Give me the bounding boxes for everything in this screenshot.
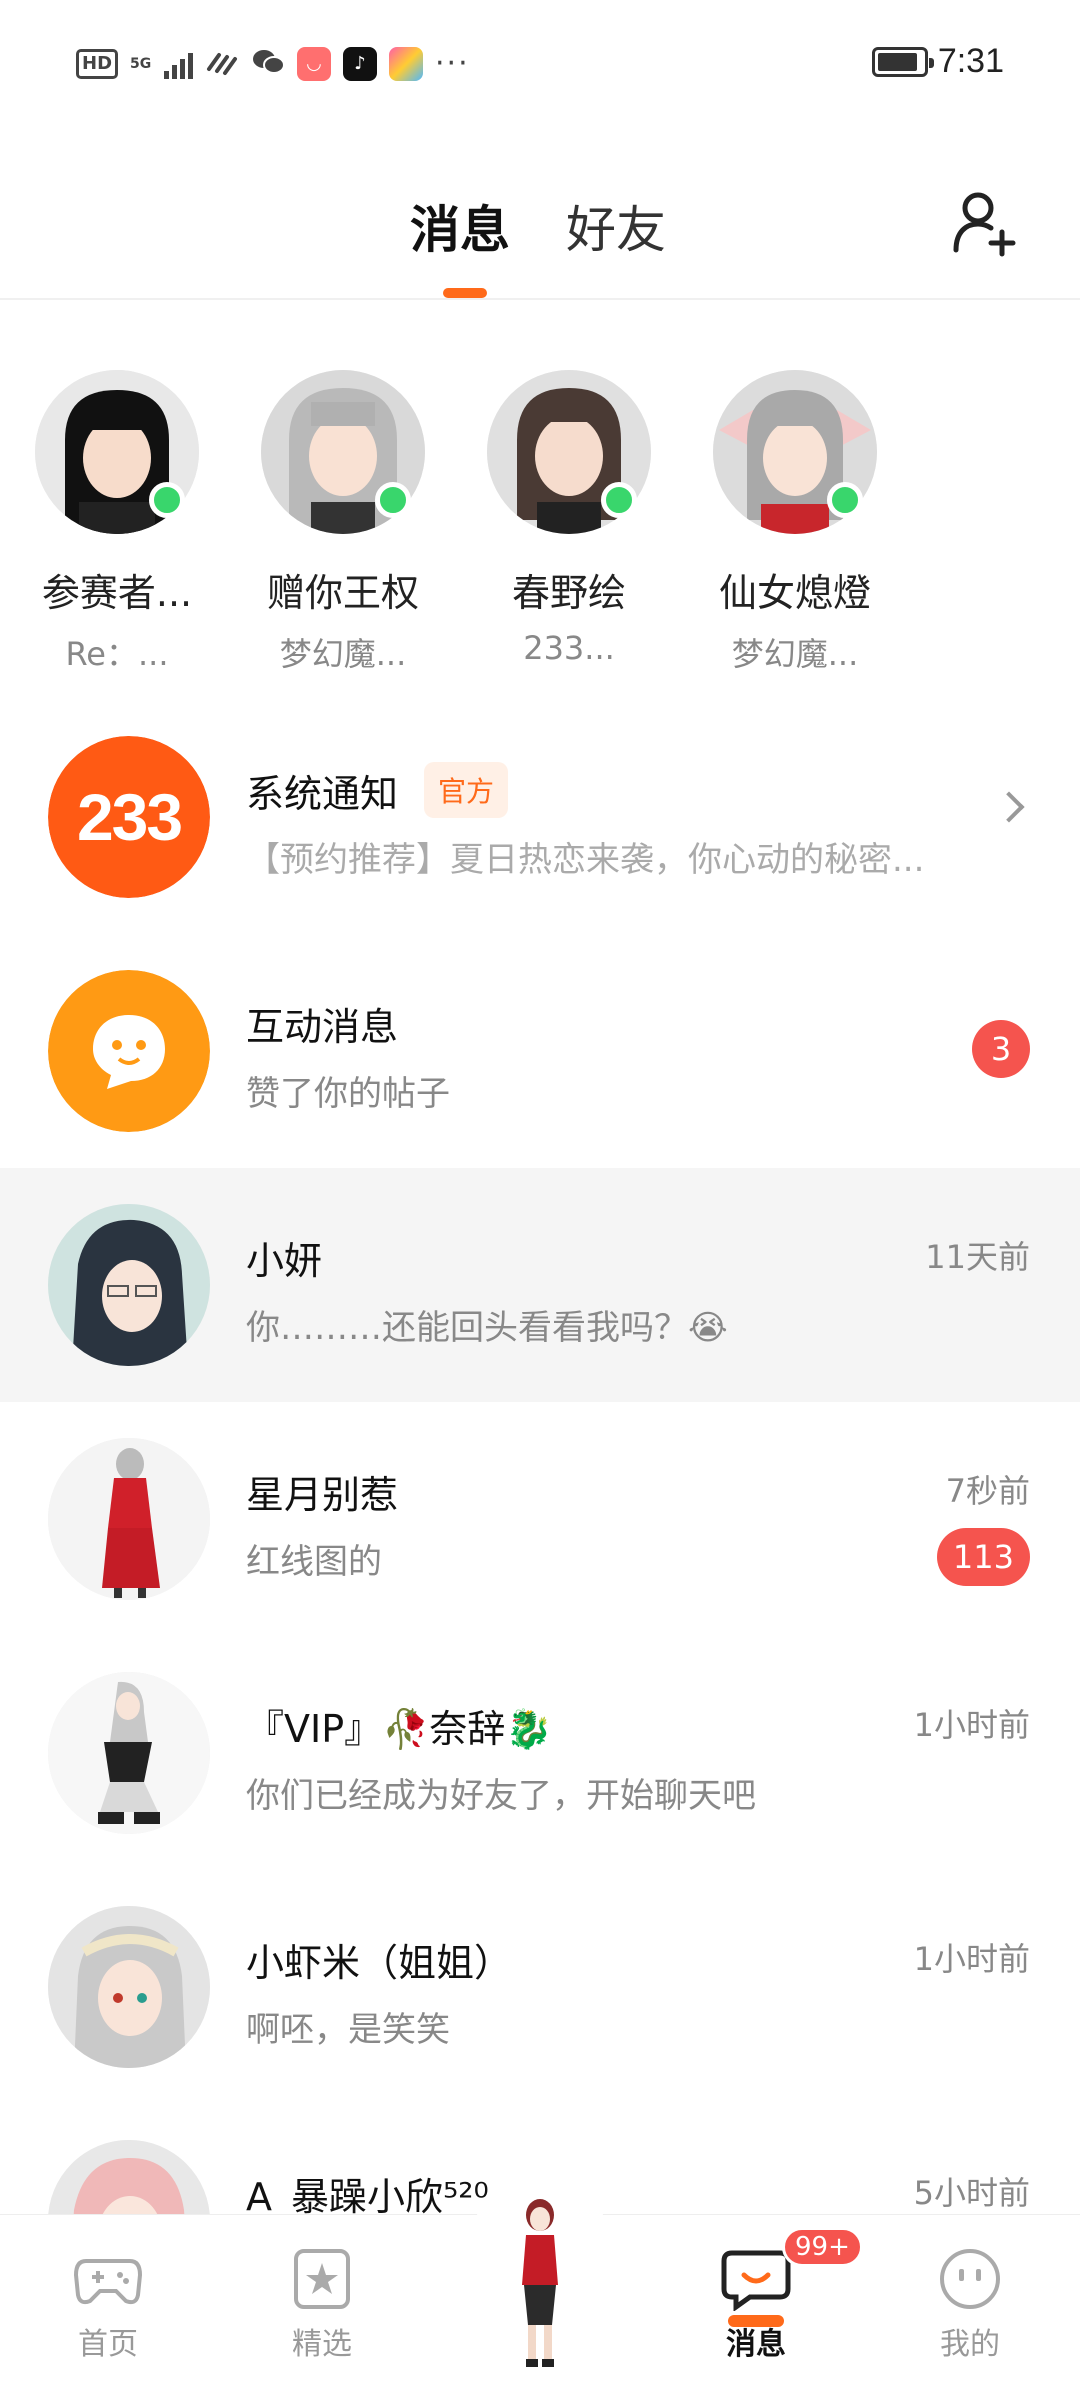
battery-level [877,52,918,71]
active-tab-indicator [443,288,487,298]
official-badge: 官方 [424,762,509,818]
conversation-title: 小虾米（姐姐） [246,1941,513,1985]
conversation-preview: 你………还能回头看看我吗？😭 [246,1308,728,1348]
clock: 7:31 [937,42,1004,80]
header: 消息 好友 [0,150,1080,300]
conversation-item[interactable]: 小虾米（姐姐） 啊呸，是笑笑 1小时前 [0,1870,1080,2104]
online-indicator [375,482,411,518]
friend-status: 梦幻魔... [731,635,859,673]
conversation-interactions[interactable]: 互动消息 赞了你的帖子 3 [0,934,1080,1168]
conversation-title: 互动消息 [246,1005,399,1049]
center-character-button[interactable] [470,2175,610,2385]
avatar [48,1672,210,1834]
nav-featured[interactable]: 精选 [252,2247,392,2363]
face-icon [934,2247,1006,2311]
friend-name: 参赛者... [41,571,193,615]
conversation-preview: 【预约推荐】夏日热恋来袭，你心动的秘密... [246,840,925,880]
shopping-app-icon: ◡ [297,46,332,81]
online-friend[interactable]: 春野绘 233... [469,370,669,667]
avatar [48,1438,210,1600]
logo-233: 233 [48,736,210,898]
tab-friends[interactable]: 好友 [566,190,666,262]
friend-name: 仙女熄燈 [718,571,871,615]
gamepad-icon [72,2247,144,2311]
wifi-calling-icon [205,47,239,81]
conversation-item[interactable]: 『VIP』🥀奈辞🐉 你们已经成为好友了，开始聊天吧 1小时前 [0,1636,1080,1870]
avatar [48,1204,210,1366]
system-notice-avatar: 233 [48,736,210,898]
photo-app-icon [389,46,424,81]
conversation-list: 233 系统通知 官方 【预约推荐】夏日热恋来袭，你心动的秘密... 互动消息 … [0,700,1080,2338]
friend-status: 梦幻魔... [279,635,407,673]
conversation-title: 小妍 [246,1239,323,1283]
network-type: 5G [130,55,152,72]
more-notifications-icon: ··· [435,46,470,81]
conversation-preview: 赞了你的帖子 [246,1074,450,1114]
online-indicator [149,482,185,518]
unread-badge: 3 [972,1020,1030,1078]
bottom-nav: 首页 精选 99+ 消息 我的 [0,2175,1080,2388]
nav-messages[interactable]: 99+ 消息 [686,2227,863,2363]
add-user-icon[interactable] [950,188,1020,258]
friend-name: 春野绘 [511,571,626,615]
chat-icon: 99+ [720,2227,863,2312]
interaction-avatar [48,970,210,1132]
conversation-preview: 红线图的 [246,1542,382,1582]
battery-icon [871,46,934,77]
online-indicator [827,482,863,518]
conversation-preview: 你们已经成为好友了，开始聊天吧 [246,1776,756,1816]
conversation-preview: 啊呸，是笑笑 [246,2010,450,2050]
conversation-time: 7秒前 [945,1472,1030,1510]
conversation-time: 5小时前 [913,2174,1030,2212]
conversation-title: 『VIP』🥀奈辞🐉 [246,1707,553,1751]
tab-messages[interactable]: 消息 [410,190,510,262]
conversation-system-notice[interactable]: 233 系统通知 官方 【预约推荐】夏日热恋来袭，你心动的秘密... [0,700,1080,934]
wechat-icon [251,47,286,81]
nav-label: 精选 [292,2327,352,2362]
avatar [48,1906,210,2068]
chevron-right-icon [993,791,1025,823]
conversation-item[interactable]: 星月别惹 红线图的 7秒前 113 [0,1402,1080,1636]
nav-home[interactable]: 首页 [38,2247,178,2363]
conversation-time: 1小时前 [913,1706,1030,1744]
online-friend[interactable]: 赠你王权 梦幻魔... [243,370,443,675]
nav-label: 首页 [78,2327,138,2362]
nav-profile[interactable]: 我的 [900,2247,1040,2363]
conversation-title: A_暴躁小欣⁵²⁰ [246,2175,489,2219]
friend-status: 233... [523,629,615,667]
status-bar: HD 5G ◡ ♪ ··· 7:31 [0,0,1080,130]
active-nav-indicator [728,2315,784,2327]
online-friend[interactable]: 仙女熄燈 梦幻魔... [695,370,895,675]
friend-name: 赠你王权 [266,571,419,615]
signal-icon [164,49,194,79]
nav-label: 我的 [940,2327,1000,2362]
conversation-title: 系统通知 [246,771,399,816]
status-right: 7:31 [871,42,1004,81]
online-friends-row: 参赛者... Re：... 赠你王权 梦幻魔... 春野绘 233... 仙女熄… [0,370,1080,673]
status-icons: HD 5G ◡ ♪ ··· [76,46,470,81]
star-icon [286,2247,358,2311]
conversation-time: 11天前 [925,1238,1030,1276]
messages-badge: 99+ [782,2227,863,2267]
online-friend[interactable]: 参赛者... Re：... [17,370,217,675]
online-indicator [601,482,637,518]
friend-status: Re：... [65,635,169,673]
hd-indicator: HD [76,48,119,79]
conversation-time: 1小时前 [913,1940,1030,1978]
conversation-title-row: 系统通知 官方 [246,762,509,818]
conversation-title: 星月别惹 [246,1473,399,1517]
interaction-icon [48,970,210,1132]
unread-badge: 113 [936,1528,1030,1586]
tiktok-icon: ♪ [343,46,378,81]
conversation-item[interactable]: 小妍 你………还能回头看看我吗？😭 11天前 [0,1168,1080,1402]
